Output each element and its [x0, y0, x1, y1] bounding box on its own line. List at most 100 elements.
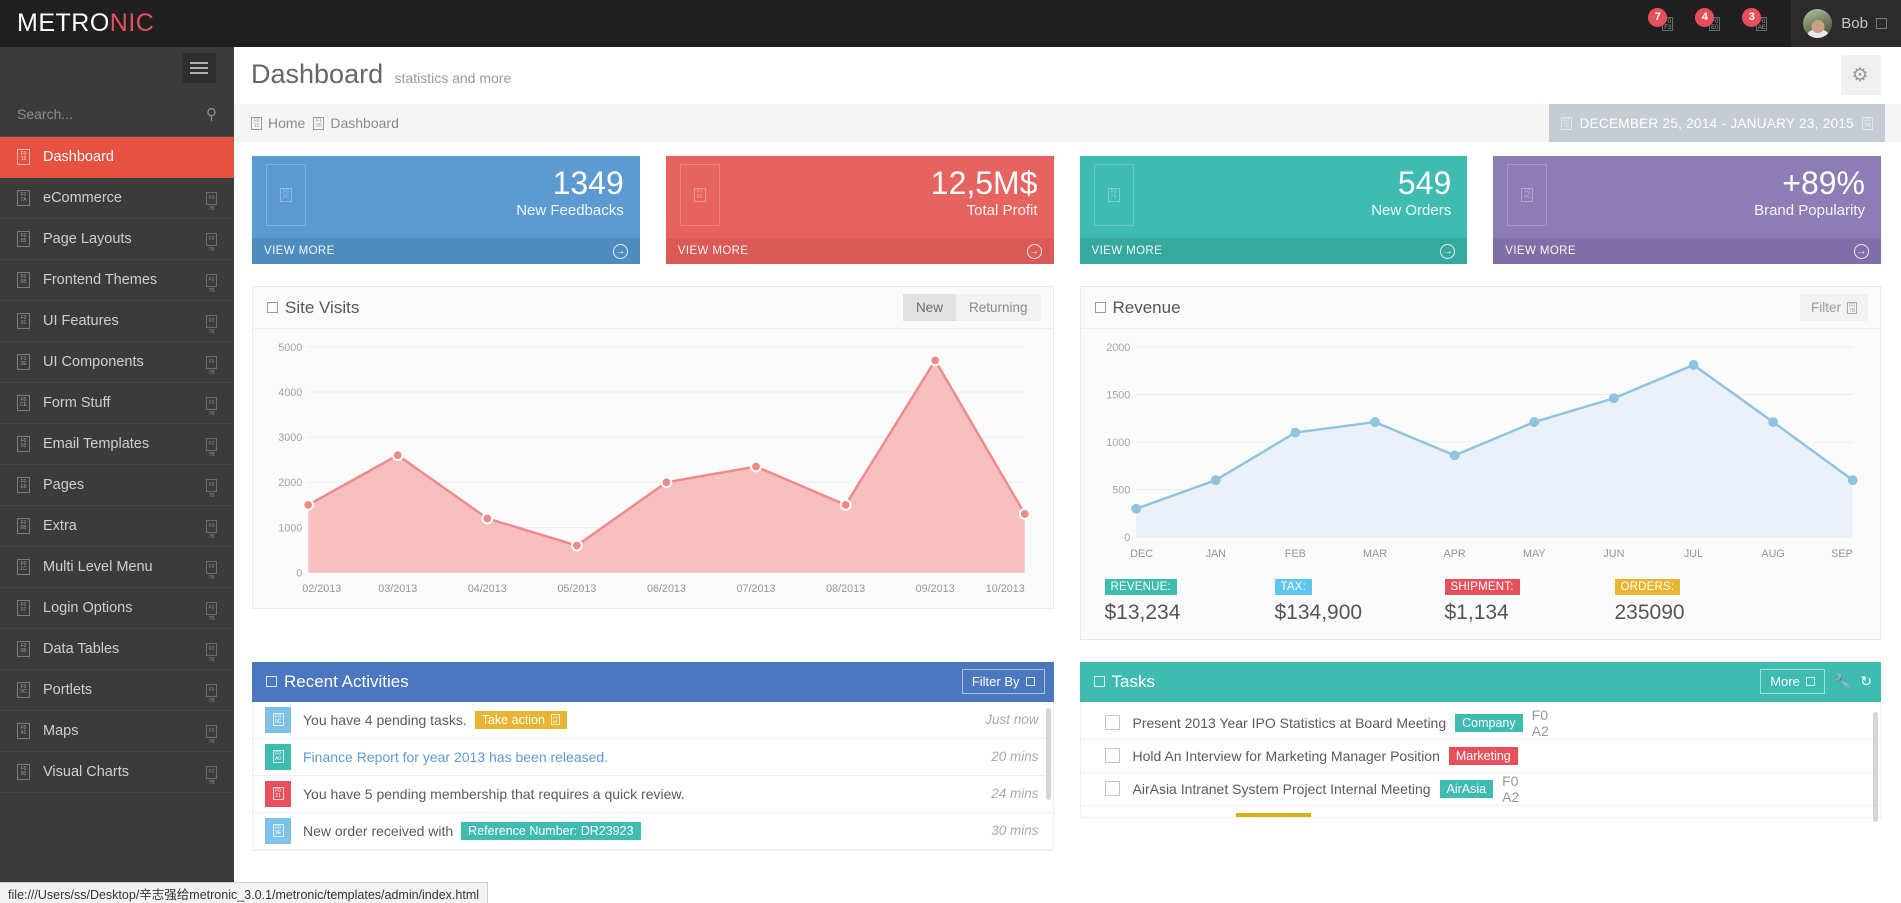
data-point[interactable]	[1768, 417, 1778, 427]
activity-text-group[interactable]: Finance Report for year 2013 has been re…	[303, 749, 608, 765]
activities-filter-button[interactable]: Filter By	[962, 669, 1045, 694]
visits-new-button[interactable]: New	[903, 294, 956, 321]
sidebar-item-extra[interactable]: F06BExtraF07B	[0, 506, 234, 547]
data-point[interactable]	[751, 462, 761, 472]
task-item[interactable]: AirAsia Intranet System Project Internal…	[1081, 773, 1881, 806]
sidebar-item-label: UI Components	[43, 354, 144, 370]
date-range-picker[interactable]: F073 DECEMBER 25, 2014 - JANUARY 23, 201…	[1549, 104, 1885, 142]
revenue-chart[interactable]: 0500100015002000DECJANFEBMARAPRMAYJUNJUL…	[1091, 339, 1867, 567]
task-checkbox[interactable]	[1105, 748, 1120, 763]
data-point[interactable]	[1131, 504, 1141, 514]
search-input[interactable]	[17, 106, 206, 122]
data-point[interactable]	[930, 355, 940, 365]
activity-item[interactable]: F09ENew order received withReference Num…	[253, 813, 1053, 850]
stat-tile[interactable]: F08012,5M$Total ProfitVIEW MORE→	[666, 156, 1054, 264]
revenue-filter-button[interactable]: Filter F07B	[1800, 294, 1868, 321]
sidebar-item-ecommerce[interactable]: F07AeCommerceF07B	[0, 178, 234, 219]
breadcrumb-home[interactable]: Home	[268, 115, 305, 131]
data-point[interactable]	[393, 450, 403, 460]
theme-icon: F06B	[17, 272, 30, 288]
notification-inbox[interactable]: F0 E0 4	[1691, 0, 1738, 47]
activity-text: New order received with	[303, 823, 453, 839]
stat-tile-footer[interactable]: VIEW MORE→	[1080, 238, 1468, 264]
data-point[interactable]	[1688, 360, 1698, 370]
task-checkbox[interactable]	[1105, 781, 1120, 796]
sidebar-toggle-button[interactable]	[182, 53, 216, 83]
activity-item[interactable]: F0A0Finance Report for year 2013 has bee…	[253, 739, 1053, 776]
data-point[interactable]	[841, 500, 851, 510]
data-point[interactable]	[303, 500, 313, 510]
page-settings-button[interactable]: ⚙	[1841, 55, 1881, 95]
data-point[interactable]	[1529, 417, 1539, 427]
app-logo[interactable]: METRONIC	[0, 9, 234, 38]
tasks-more-button[interactable]: More	[1760, 669, 1825, 694]
activities-title: Recent Activities	[284, 672, 409, 692]
stat-tile[interactable]: F07A549New OrdersVIEW MORE→	[1080, 156, 1468, 264]
sidebar-item-data-tables[interactable]: F00BData TablesF07B	[0, 629, 234, 670]
stat-tile-footer[interactable]: VIEW MORE→	[1493, 238, 1881, 264]
site-visits-chart[interactable]: 01000200030004000500002/201303/201304/20…	[263, 339, 1039, 602]
revenue-stat: TAX:$134,900	[1275, 577, 1445, 625]
sidebar-item-ui-features[interactable]: F091UI FeaturesF07B	[0, 301, 234, 342]
sidebar-item-frontend-themes[interactable]: F06BFrontend ThemesF07B	[0, 260, 234, 301]
layout-icon: F085	[17, 231, 30, 247]
user-menu[interactable]: Bob	[1791, 0, 1901, 47]
x-axis-tick: 07/2013	[737, 583, 776, 595]
y-axis-tick: 0	[1124, 532, 1130, 544]
sidebar-item-page-layouts[interactable]: F085Page LayoutsF07B	[0, 219, 234, 260]
top-header: METRONIC F0 F3 7 F0 E0 4 F0 AE 3 Bob	[0, 0, 1901, 47]
data-point[interactable]	[482, 514, 492, 524]
activity-chip[interactable]: Take actionF08E	[475, 711, 567, 729]
stat-tile-footer[interactable]: VIEW MORE→	[666, 238, 1054, 264]
stat-tile-body: F07A549New Orders	[1080, 156, 1468, 238]
activities-scrollbar[interactable]	[1046, 708, 1051, 800]
stat-tile-icon: F080	[680, 164, 720, 226]
data-point[interactable]	[572, 541, 582, 551]
sidebar-item-pages[interactable]: F0E8PagesF07B	[0, 465, 234, 506]
stat-tile-footer[interactable]: VIEW MORE→	[252, 238, 640, 264]
data-point[interactable]	[1210, 475, 1220, 485]
sidebar-item-multi-level-menu[interactable]: F01CMulti Level MenuF07B	[0, 547, 234, 588]
sidebar-item-maps[interactable]: F041MapsF07B	[0, 711, 234, 752]
data-point[interactable]	[662, 477, 672, 487]
task-chip[interactable]: Company	[1455, 714, 1523, 732]
search-icon[interactable]: ⚲	[206, 105, 217, 123]
x-axis-tick: 05/2013	[557, 583, 596, 595]
tasks-header: Tasks More 🔧 ↻	[1080, 662, 1882, 702]
sidebar-item-portlets[interactable]: F09CPortletsF07B	[0, 670, 234, 711]
data-point[interactable]	[1847, 475, 1857, 485]
chevron-down-icon: F07B	[206, 766, 217, 779]
sidebar-item-form-stuff[interactable]: F0CEForm StuffF07B	[0, 383, 234, 424]
activity-item[interactable]: F00CYou have 4 pending tasks.Take action…	[253, 702, 1053, 739]
x-axis-tick: 08/2013	[826, 583, 865, 595]
wrench-icon[interactable]: 🔧	[1834, 673, 1851, 690]
visits-returning-button[interactable]: Returning	[956, 294, 1041, 321]
sidebar-item-ui-components[interactable]: F12EUI ComponentsF07B	[0, 342, 234, 383]
tasks-scrollbar[interactable]	[1873, 712, 1878, 822]
notification-bell[interactable]: F0 F3 7	[1644, 0, 1691, 47]
sidebar-item-visual-charts[interactable]: F080Visual ChartsF07B	[0, 752, 234, 793]
data-point[interactable]	[1020, 509, 1030, 519]
task-chip[interactable]: AirAsia	[1440, 780, 1494, 798]
tasks-more-label: More	[1770, 674, 1800, 689]
activity-chip[interactable]: Reference Number: DR23923	[461, 822, 640, 840]
stat-tile[interactable]: F0861349New FeedbacksVIEW MORE→	[252, 156, 640, 264]
sidebar-item-label: UI Features	[43, 313, 119, 329]
data-point[interactable]	[1290, 428, 1300, 438]
sidebar-item-email-templates[interactable]: F003Email TemplatesF07B	[0, 424, 234, 465]
sidebar-item-login-options[interactable]: F007Login OptionsF07B	[0, 588, 234, 629]
data-point[interactable]	[1370, 417, 1380, 427]
data-point[interactable]	[1449, 450, 1459, 460]
task-item[interactable]: Hold An Interview for Marketing Manager …	[1081, 740, 1881, 773]
notification-tasks[interactable]: F0 AE 3	[1738, 0, 1785, 47]
activity-item[interactable]: F021You have 5 pending membership that r…	[253, 776, 1053, 813]
task-chip[interactable]: Marketing	[1449, 747, 1518, 765]
task-item[interactable]: Present 2013 Year IPO Statistics at Boar…	[1081, 707, 1881, 740]
bottom-row: Recent Activities Filter By F00CYou have…	[234, 640, 1901, 851]
refresh-icon[interactable]: ↻	[1860, 673, 1872, 690]
activity-time: 20 mins	[991, 749, 1038, 764]
stat-tile[interactable]: F0AC+89%Brand PopularityVIEW MORE→	[1493, 156, 1881, 264]
task-checkbox[interactable]	[1105, 715, 1120, 730]
sidebar-item-dashboard[interactable]: F015Dashboard	[0, 137, 234, 178]
data-point[interactable]	[1608, 393, 1618, 403]
